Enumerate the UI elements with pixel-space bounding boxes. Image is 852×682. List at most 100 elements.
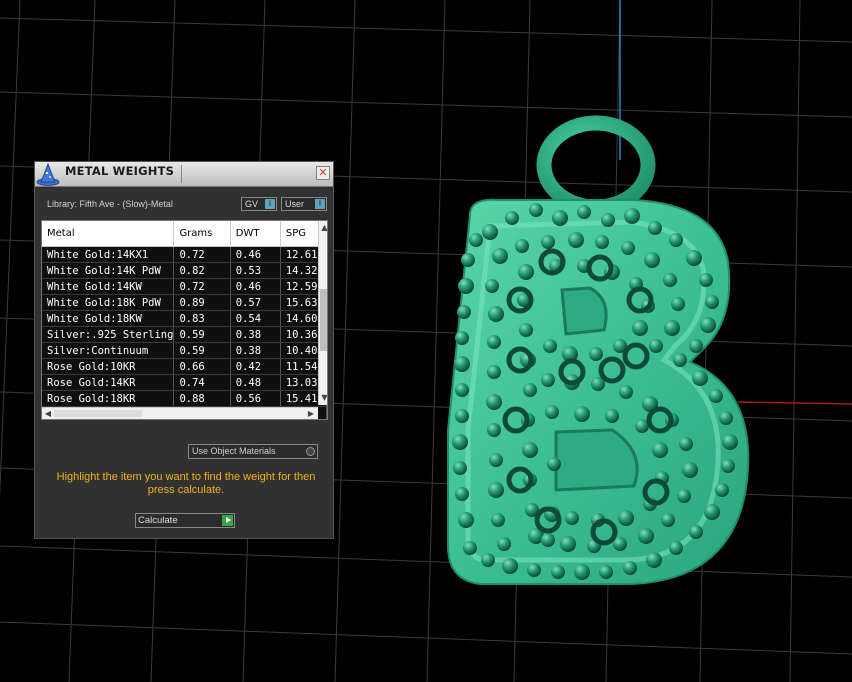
- gv-toggle[interactable]: GV I: [241, 197, 277, 211]
- pendant-bead: [487, 365, 501, 379]
- pendant-bead: [721, 459, 735, 473]
- pendant-bead: [541, 373, 555, 387]
- cell-grams: 0.82: [173, 262, 231, 279]
- pendant-bead: [469, 233, 483, 247]
- pendant-bead: [682, 462, 698, 478]
- pendant-bead: [529, 203, 543, 217]
- x-axis-line: [737, 401, 852, 405]
- user-toggle[interactable]: User I: [281, 197, 327, 211]
- pendant-bead: [463, 541, 477, 555]
- pendant-bead: [485, 279, 499, 293]
- pendant-counter-bottom: [554, 428, 639, 492]
- table-row[interactable]: Rose Gold:10KR 0.66 0.42 11.54: [42, 358, 327, 375]
- pendant-bead: [669, 233, 683, 247]
- pendant-bead: [452, 434, 468, 450]
- vertical-scroll-thumb[interactable]: [320, 289, 327, 351]
- instruction-text: Highlight the item you want to find the …: [56, 471, 316, 496]
- pendant-bead: [646, 552, 662, 568]
- cell-metal: White Gold:18KW: [42, 310, 175, 327]
- pendant-bead: [671, 297, 685, 311]
- pendant-bead: [492, 248, 508, 264]
- wizard-hat-icon: [36, 163, 60, 186]
- use-object-materials-label: Use Object Materials: [192, 446, 276, 456]
- table-row[interactable]: Silver:.925 Sterling 0.59 0.38 10.36: [42, 326, 327, 343]
- pendant-bead: [505, 211, 519, 225]
- pendant-bead: [589, 347, 603, 361]
- pendant-bead: [552, 210, 568, 226]
- table-row[interactable]: Rose Gold:14KR 0.74 0.48 13.03: [42, 374, 327, 391]
- table-vertical-scrollbar[interactable]: ▲ ▼: [318, 221, 327, 405]
- pendant-bead: [677, 489, 691, 503]
- cell-dwt: 0.54: [230, 310, 281, 327]
- table-header-row: Metal Grams DWT SPG: [42, 221, 327, 247]
- table-row[interactable]: White Gold:14KX1 0.72 0.46 12.61: [42, 246, 327, 263]
- user-toggle-indicator: I: [315, 199, 325, 209]
- table-row[interactable]: White Gold:14KW 0.72 0.46 12.59: [42, 278, 327, 295]
- table-horizontal-scrollbar[interactable]: ◀ ▶: [42, 407, 318, 419]
- pendant-bead: [491, 513, 505, 527]
- cell-dwt: 0.38: [230, 342, 281, 359]
- pendant-bead: [689, 525, 703, 539]
- cell-metal: White Gold:14KX1: [42, 246, 175, 263]
- table-row[interactable]: Rose Gold:18KR 0.88 0.56 15.41: [42, 390, 327, 407]
- play-arrow-icon: [222, 515, 233, 526]
- calculate-button[interactable]: Calculate: [135, 513, 235, 528]
- pendant-bead: [669, 541, 683, 555]
- title-divider: [181, 165, 182, 183]
- pendant-bead: [644, 252, 660, 268]
- table-row[interactable]: Silver:Continuum 0.59 0.38 10.40: [42, 342, 327, 359]
- panel-title: METAL WEIGHTS: [65, 164, 175, 178]
- pendant-bead: [560, 536, 576, 552]
- cell-grams: 0.89: [173, 294, 231, 311]
- cell-dwt: 0.38: [230, 326, 281, 343]
- use-object-materials-toggle[interactable]: Use Object Materials: [188, 444, 318, 459]
- metal-weights-panel: METAL WEIGHTS ✕ Library: Fifth Ave - (Sl…: [34, 161, 334, 539]
- pendant-bead: [652, 442, 668, 458]
- table-row[interactable]: White Gold:18K PdW 0.89 0.57 15.63: [42, 294, 327, 311]
- column-header-grams[interactable]: Grams: [173, 221, 231, 247]
- pendant-bead: [541, 235, 555, 249]
- pendant-bead: [487, 423, 501, 437]
- pendant-bead: [502, 558, 518, 574]
- pendant-bail-ring: [536, 115, 656, 215]
- cell-metal: Silver:.925 Sterling: [42, 326, 175, 343]
- cell-grams: 0.88: [173, 390, 231, 407]
- pendant-bead: [547, 457, 561, 471]
- letter-b-pendant[interactable]: [447, 115, 750, 585]
- metal-weights-table: Metal Grams DWT SPG White Gold:14KX1 0.72…: [42, 221, 327, 419]
- pendant-bead: [638, 528, 654, 544]
- pendant-bead: [565, 511, 579, 525]
- table-row[interactable]: White Gold:18KW 0.83 0.54 14.60: [42, 310, 327, 327]
- pendant-bead: [455, 383, 469, 397]
- close-button[interactable]: ✕: [316, 166, 330, 180]
- pendant-bead: [489, 453, 503, 467]
- pendant-bead: [722, 434, 738, 450]
- column-header-metal[interactable]: Metal: [42, 221, 175, 247]
- scroll-down-icon[interactable]: ▼: [320, 393, 327, 403]
- panel-title-bar[interactable]: METAL WEIGHTS ✕: [35, 162, 333, 187]
- scroll-left-icon[interactable]: ◀: [43, 408, 53, 419]
- column-header-dwt[interactable]: DWT: [230, 221, 281, 247]
- pendant-bead: [623, 561, 637, 575]
- cell-dwt: 0.56: [230, 390, 281, 407]
- pendant-bead: [527, 563, 541, 577]
- pendant-bead: [605, 409, 619, 423]
- cell-grams: 0.72: [173, 246, 231, 263]
- cell-grams: 0.59: [173, 326, 231, 343]
- pendant-bead: [454, 356, 470, 372]
- pendant-bead: [700, 317, 716, 333]
- pendant-bead: [649, 339, 663, 353]
- pendant-bead: [487, 335, 501, 349]
- pendant-bead: [518, 264, 534, 280]
- pendant-bead: [715, 483, 729, 497]
- scroll-up-icon[interactable]: ▲: [320, 223, 327, 233]
- cell-metal: White Gold:18K PdW: [42, 294, 175, 311]
- pendant-bead: [461, 253, 475, 267]
- pendant-bead: [699, 273, 713, 287]
- pendant-bead: [664, 320, 680, 336]
- scroll-right-icon[interactable]: ▶: [306, 408, 316, 419]
- pendant-bead: [455, 409, 469, 423]
- table-row[interactable]: White Gold:14K PdW 0.82 0.53 14.32: [42, 262, 327, 279]
- pendant-bead: [599, 565, 613, 579]
- horizontal-scroll-thumb[interactable]: [54, 410, 142, 417]
